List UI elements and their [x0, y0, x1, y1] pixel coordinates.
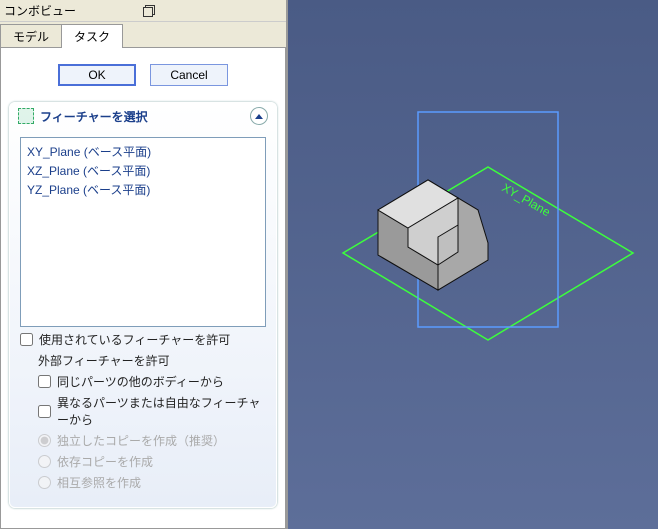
radio-dependent-input: [38, 455, 51, 468]
feature-listbox[interactable]: XY_Plane (ベース平面) XZ_Plane (ベース平面) YZ_Pla…: [20, 137, 266, 327]
radio-crossref-label: 相互参照を作成: [57, 474, 141, 491]
task-header-label: フィーチャーを選択: [40, 108, 148, 125]
cancel-button[interactable]: Cancel: [150, 64, 228, 86]
allow-external-label: 外部フィーチャーを許可: [38, 352, 266, 369]
ok-button[interactable]: OK: [58, 64, 136, 86]
dialog-buttons: OK Cancel: [7, 54, 279, 100]
select-feature-icon: [18, 108, 34, 124]
panel-titlebar[interactable]: コンボビュー: [0, 0, 286, 22]
from-other-bodies-input[interactable]: [38, 375, 51, 388]
task-header[interactable]: フィーチャーを選択: [10, 103, 276, 129]
model-solid: [378, 180, 488, 290]
radio-independent-label: 独立したコピーを作成（推奨）: [57, 432, 225, 449]
from-different-parts-checkbox[interactable]: 異なるパーツまたは自由なフィーチャーから: [38, 394, 266, 428]
panel-tabs: モデル タスク: [0, 22, 286, 48]
task-body: XY_Plane (ベース平面) XZ_Plane (ベース平面) YZ_Pla…: [10, 129, 276, 507]
from-different-parts-label: 異なるパーツまたは自由なフィーチャーから: [57, 394, 266, 428]
radio-crossref-input: [38, 476, 51, 489]
from-different-parts-input[interactable]: [38, 405, 51, 418]
radio-independent-input: [38, 434, 51, 447]
tab-model[interactable]: モデル: [0, 24, 62, 48]
from-other-bodies-label: 同じパーツの他のボディーから: [57, 373, 224, 390]
from-other-bodies-checkbox[interactable]: 同じパーツの他のボディーから: [38, 373, 266, 390]
undock-icon[interactable]: [143, 5, 282, 17]
tab-content: OK Cancel フィーチャーを選択 XY_Plane (ベース平面) XZ_…: [0, 47, 286, 529]
allow-used-checkbox[interactable]: 使用されているフィーチャーを許可: [20, 331, 266, 348]
radio-dependent-label: 依存コピーを作成: [57, 453, 153, 470]
radio-dependent: 依存コピーを作成: [38, 453, 266, 470]
allow-used-input[interactable]: [20, 333, 33, 346]
chevron-up-icon: [255, 114, 263, 119]
3d-viewport[interactable]: XY_Plane: [288, 0, 658, 529]
radio-crossref: 相互参照を作成: [38, 474, 266, 491]
list-item[interactable]: XZ_Plane (ベース平面): [25, 161, 261, 180]
panel-title: コンボビュー: [4, 2, 143, 19]
collapse-button[interactable]: [250, 107, 268, 125]
list-item[interactable]: YZ_Plane (ベース平面): [25, 180, 261, 199]
combo-view-panel: コンボビュー モデル タスク OK Cancel フィーチャーを選択 XY_Pl…: [0, 0, 288, 529]
viewport-scene: XY_Plane: [288, 0, 658, 529]
tab-task[interactable]: タスク: [61, 24, 123, 48]
radio-independent: 独立したコピーを作成（推奨）: [38, 432, 266, 449]
allow-used-label: 使用されているフィーチャーを許可: [39, 331, 230, 348]
select-feature-group: フィーチャーを選択 XY_Plane (ベース平面) XZ_Plane (ベース…: [9, 102, 277, 508]
list-item[interactable]: XY_Plane (ベース平面): [25, 142, 261, 161]
